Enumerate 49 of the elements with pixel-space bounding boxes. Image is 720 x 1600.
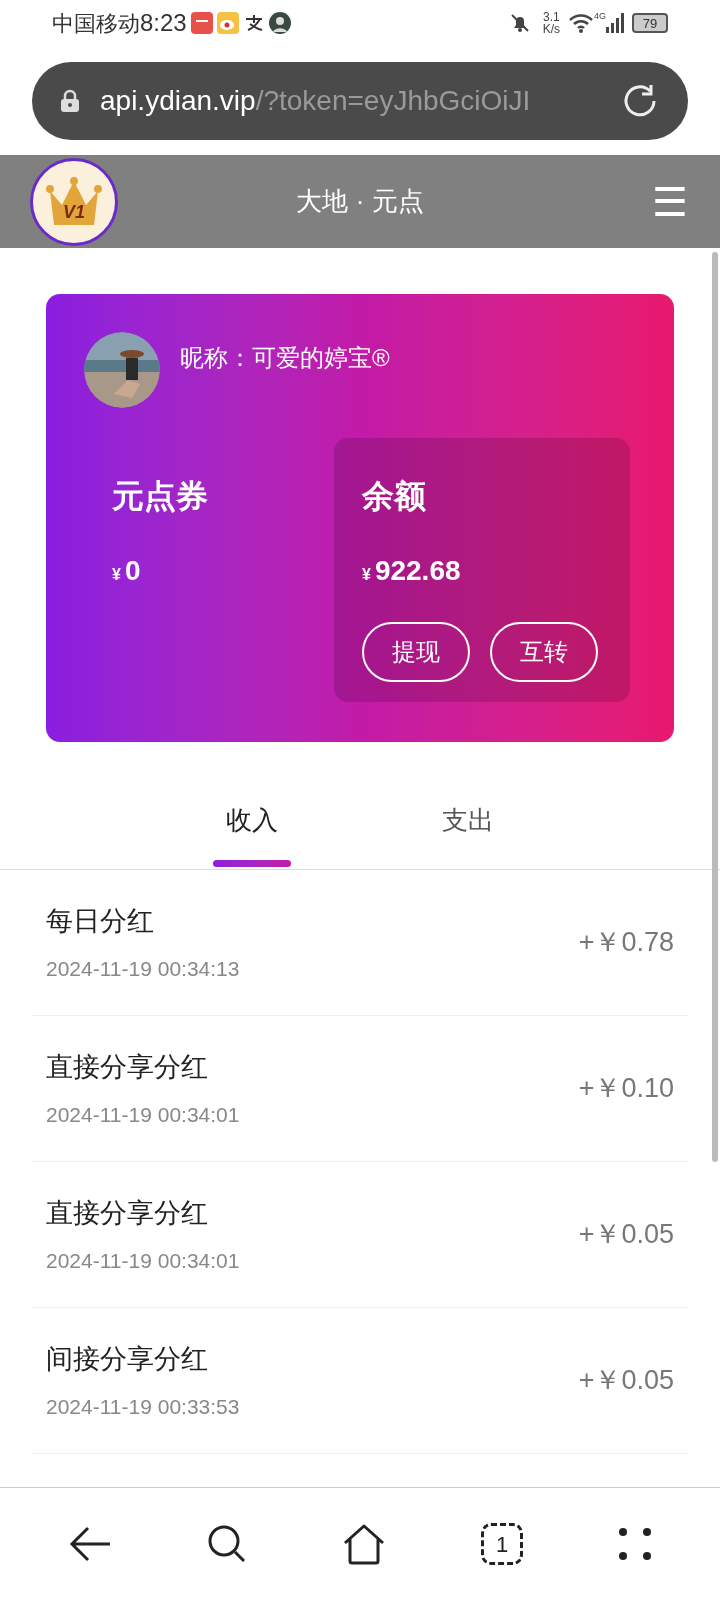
nickname-text: 昵称：可爱的婷宝® (180, 343, 390, 373)
back-icon[interactable] (67, 1524, 112, 1564)
coupon-amount: 0 (124, 554, 141, 588)
page-title: 大地 · 元点 (296, 186, 424, 216)
muted-bell-icon (508, 12, 531, 34)
record-amount: +￥0.78 (578, 926, 674, 960)
wifi-icon (568, 12, 594, 34)
record-title: 每日分红 (46, 904, 155, 938)
record-amount: +￥0.05 (578, 1218, 674, 1252)
network-type: 4G (594, 10, 606, 23)
url-path: /?token=eyJhbGciOiJI (255, 85, 531, 116)
record-amount: +￥0.05 (578, 1364, 674, 1398)
lock-icon (60, 89, 80, 113)
search-icon[interactable] (206, 1524, 247, 1564)
speed-unit: K/s (542, 23, 560, 35)
battery-indicator: 79 (632, 13, 668, 33)
tabs-button[interactable]: 1 (481, 1523, 524, 1565)
vip-level: V1 (63, 201, 85, 224)
crown-icon (44, 176, 104, 227)
balance-label: 余额 (362, 477, 427, 516)
clock-time: 8:23 (140, 8, 187, 38)
balance-amount: 922.68 (374, 554, 461, 588)
record-time: 2024-11-19 00:34:01 (46, 1248, 241, 1274)
currency-symbol: ¥ (112, 565, 121, 585)
record-tab[interactable]: 支出 (415, 790, 521, 869)
menu-button[interactable]: ☰ (652, 181, 688, 222)
action-button[interactable]: 提现 (362, 622, 470, 682)
signal-icon (606, 13, 624, 33)
more-icon[interactable] (618, 1527, 653, 1561)
action-button[interactable]: 互转 (490, 622, 598, 682)
record-title: 间接分享分红 (46, 1342, 209, 1376)
record-time: 2024-11-19 00:34:01 (46, 1102, 241, 1128)
address-bar[interactable]: api.ydian.vip/?token=eyJhbGciOiJI (32, 62, 688, 140)
record-time: 2024-11-19 00:33:53 (46, 1394, 241, 1420)
url-host: api.ydian.vip (100, 85, 256, 116)
record-amount: +￥0.10 (578, 1072, 674, 1106)
app-notification-icon (190, 12, 213, 34)
weibo-eye-icon (216, 12, 239, 34)
record-title: 直接分享分红 (46, 1196, 209, 1230)
carrier-name: 中国移动 (52, 9, 140, 38)
record-title: 直接分享分红 (46, 1050, 209, 1084)
home-icon[interactable] (341, 1523, 386, 1565)
coupon-label: 元点券 (112, 477, 209, 516)
record-tab[interactable]: 收入 (199, 790, 305, 869)
scrollbar[interactable] (712, 252, 718, 1162)
record-time: 2024-11-19 00:34:13 (46, 956, 241, 982)
avatar-icon (268, 12, 291, 34)
network-speed: 3.1 (542, 11, 560, 23)
currency-symbol: ¥ (362, 565, 371, 585)
